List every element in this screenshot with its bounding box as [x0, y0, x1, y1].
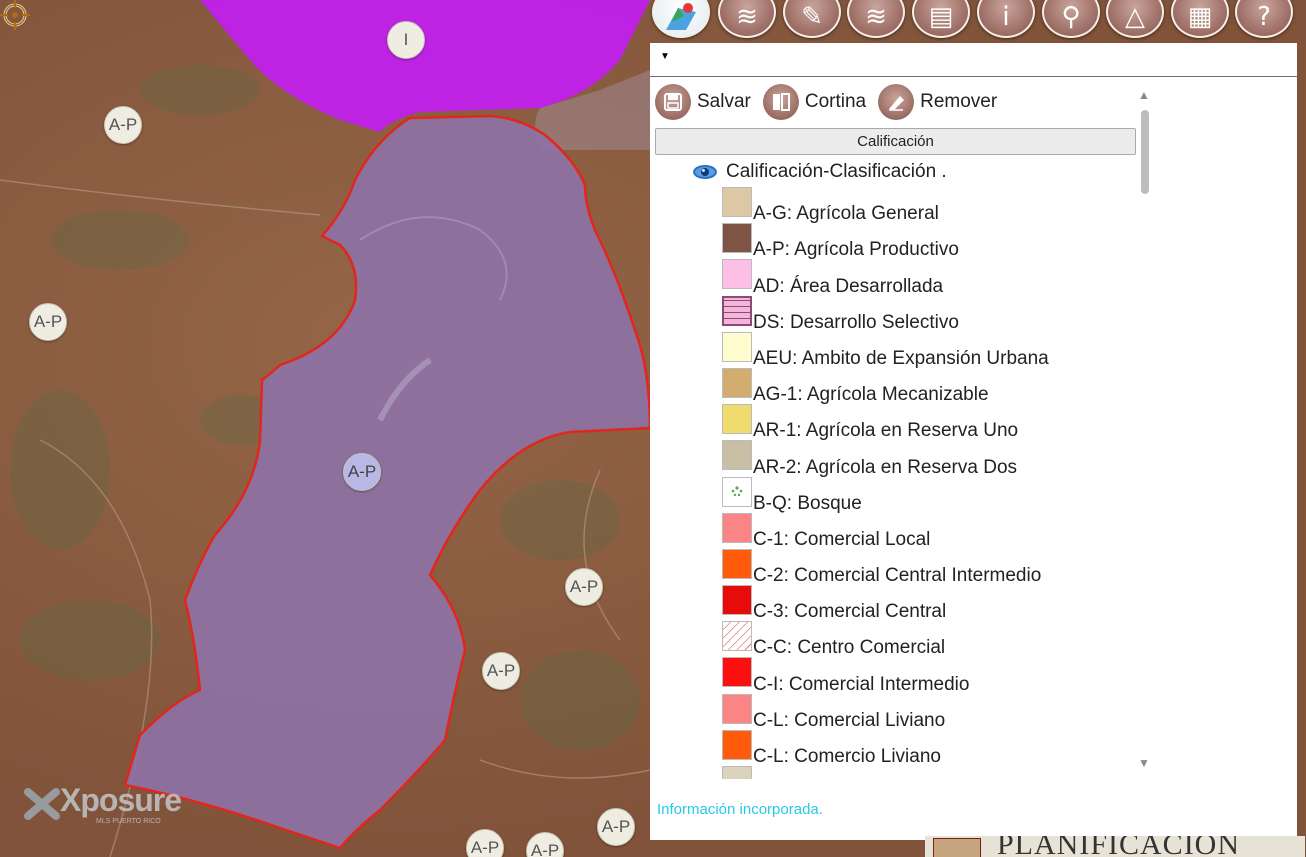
xposure-watermark: Xposure MLS PUERTO RICO: [22, 782, 192, 842]
map-toolbar: ≋ ✎ ≋ ▤ i ⚲ △ ▦ ?: [650, 0, 1306, 42]
curtain-label: Cortina: [804, 91, 867, 112]
search-icon[interactable]: ⚲: [1042, 0, 1100, 38]
watermark-text: Xposure: [60, 782, 182, 818]
legend-item: DS: Desarrollo Selectivo: [722, 295, 1049, 333]
legend-label: C-C: Centro Comercial: [753, 637, 946, 659]
legend-swatch: [722, 259, 752, 290]
legend-label: C-L: Comercio Liviano: [753, 746, 941, 767]
layers-stack-icon[interactable]: ≋: [847, 0, 905, 38]
help-icon[interactable]: ?: [1235, 0, 1293, 38]
layer-title: Calificación-Clasificación .: [692, 161, 947, 183]
save-icon: [655, 84, 691, 120]
remove-button[interactable]: Remover: [878, 84, 997, 120]
legend-swatch: [722, 548, 752, 579]
legend-label: C-I: Comercial Intermedio: [753, 673, 970, 695]
panel-header: ▼: [650, 43, 1297, 77]
logo-text: PLANIFICACIÓN: [997, 836, 1241, 857]
curtain-icon: [762, 84, 799, 120]
legend-item: A-G: Agrícola General: [722, 187, 1049, 225]
legend-swatch: [722, 367, 752, 398]
legend-item: AR-2: Agrícola en Reserva Dos: [722, 440, 1049, 478]
legend-swatch: [722, 693, 752, 724]
legend-scroll-area[interactable]: Calificación-Clasificación . A-G: Agríco…: [650, 159, 1140, 779]
legend-swatch: [722, 766, 752, 779]
xposure-logo-icon: [24, 788, 60, 820]
legend-item: C-L: Comercio Liviano: [722, 729, 1049, 767]
legend-item: C-2: Comercial Central Intermedio: [722, 548, 1049, 587]
legend-label: AR-2: Agrícola en Reserva Dos: [753, 456, 1018, 478]
legend-label: AG-1: Agrícola Mecanizable: [753, 384, 989, 406]
legend-swatch: [722, 729, 752, 760]
zone-label-ap[interactable]: A-P: [565, 568, 603, 606]
legend-swatch: [722, 331, 752, 362]
section-header-calificacion[interactable]: Calificación: [655, 128, 1136, 155]
zone-label-ap[interactable]: A-P: [29, 303, 67, 341]
legend-item: AEU: Ambito de Expansión Urbana: [722, 331, 1049, 369]
scroll-thumb[interactable]: [1141, 110, 1149, 194]
eraser-icon: [878, 84, 915, 120]
panel-toolbar: Salvar Cortina Remover: [655, 81, 1009, 123]
eye-icon[interactable]: [692, 164, 718, 180]
collapse-caret-icon[interactable]: ▼: [660, 51, 670, 62]
eraser-icon[interactable]: ✎: [783, 0, 841, 38]
legend-item: [722, 766, 1049, 779]
legend-item: AR-1: Agrícola en Reserva Uno: [722, 404, 1049, 442]
legend-label: AEU: Ambito de Expansión Urbana: [753, 347, 1049, 369]
legend-label: A-P: Agrícola Productivo: [753, 239, 959, 261]
scroll-up-icon[interactable]: ▲: [1138, 88, 1150, 102]
legend-item: C-L: Comercial Liviano: [722, 693, 1049, 731]
legend-label: AD: Área Desarrollada: [753, 275, 944, 297]
legend-swatch: [722, 585, 752, 616]
legend-swatch: [722, 440, 752, 471]
seal-icon: [933, 838, 981, 857]
curtain-button[interactable]: Cortina: [762, 84, 867, 120]
legend-label: DS: Desarrollo Selectivo: [753, 311, 959, 333]
legend-swatch: [722, 404, 752, 435]
status-message: Información incorporada.: [657, 801, 823, 818]
info-icon[interactable]: i: [977, 0, 1035, 38]
save-button[interactable]: Salvar: [655, 84, 751, 120]
layers-panel: ▼ Salvar Cortina Remover Calificación Ca…: [650, 43, 1297, 840]
legend-swatch: [722, 621, 752, 652]
zone-label-ap-selected[interactable]: A-P: [343, 453, 381, 491]
legend-item: AG-1: Agrícola Mecanizable: [722, 367, 1049, 406]
legend-label: C-2: Comercial Central Intermedio: [753, 565, 1042, 587]
zone-label-i[interactable]: I: [387, 21, 425, 59]
layers-icon[interactable]: ≋: [718, 0, 776, 38]
legend-item: C-I: Comercial Intermedio: [722, 657, 1049, 695]
planificacion-logo: PLANIFICACIÓN: [925, 836, 1305, 857]
document-icon[interactable]: ▤: [912, 0, 970, 38]
legend-item: C-1: Comercial Local: [722, 512, 1049, 550]
layer-title-text: Calificación-Clasificación .: [726, 161, 947, 182]
legend-item: A-P: Agrícola Productivo: [722, 223, 1049, 261]
legend-label: A-G: Agrícola General: [753, 203, 939, 225]
legend-swatch: [722, 512, 752, 543]
map-pin-icon[interactable]: [652, 0, 710, 38]
measure-icon[interactable]: △: [1106, 0, 1164, 38]
zone-label-ap[interactable]: A-P: [104, 106, 142, 144]
legend-label: C-1: Comercial Local: [753, 528, 931, 550]
legend-item: AD: Área Desarrollada: [722, 259, 1049, 297]
remove-label: Remover: [920, 91, 998, 112]
save-label: Salvar: [697, 91, 751, 112]
legend-swatch: [722, 187, 752, 217]
zone-label-ap[interactable]: A-P: [482, 652, 520, 690]
legend-swatch: [722, 657, 752, 688]
legend-item: C-3: Comercial Central: [722, 585, 1049, 623]
legend-label: AR-1: Agrícola en Reserva Uno: [753, 420, 1019, 442]
legend-label: C-3: Comercial Central: [753, 601, 947, 623]
watermark-subtext: MLS PUERTO RICO: [96, 818, 161, 825]
legend-swatch: [722, 295, 752, 326]
location-target-icon: [0, 0, 30, 30]
zone-label-ap[interactable]: A-P: [597, 808, 635, 846]
legend-item: C-C: Centro Comercial: [722, 621, 1049, 659]
scroll-down-icon[interactable]: ▼: [1138, 756, 1150, 770]
legend-label: C-L: Comercial Liviano: [753, 709, 946, 731]
legend-swatch: [722, 476, 752, 507]
legend-scrollbar[interactable]: ▲ ▼: [1138, 88, 1152, 778]
legend-list: A-G: Agrícola General A-P: Agrícola Produ…: [722, 187, 1049, 779]
legend-swatch: [722, 223, 752, 254]
legend-item: B-Q: Bosque: [722, 476, 1049, 514]
print-icon[interactable]: ▦: [1171, 0, 1229, 38]
